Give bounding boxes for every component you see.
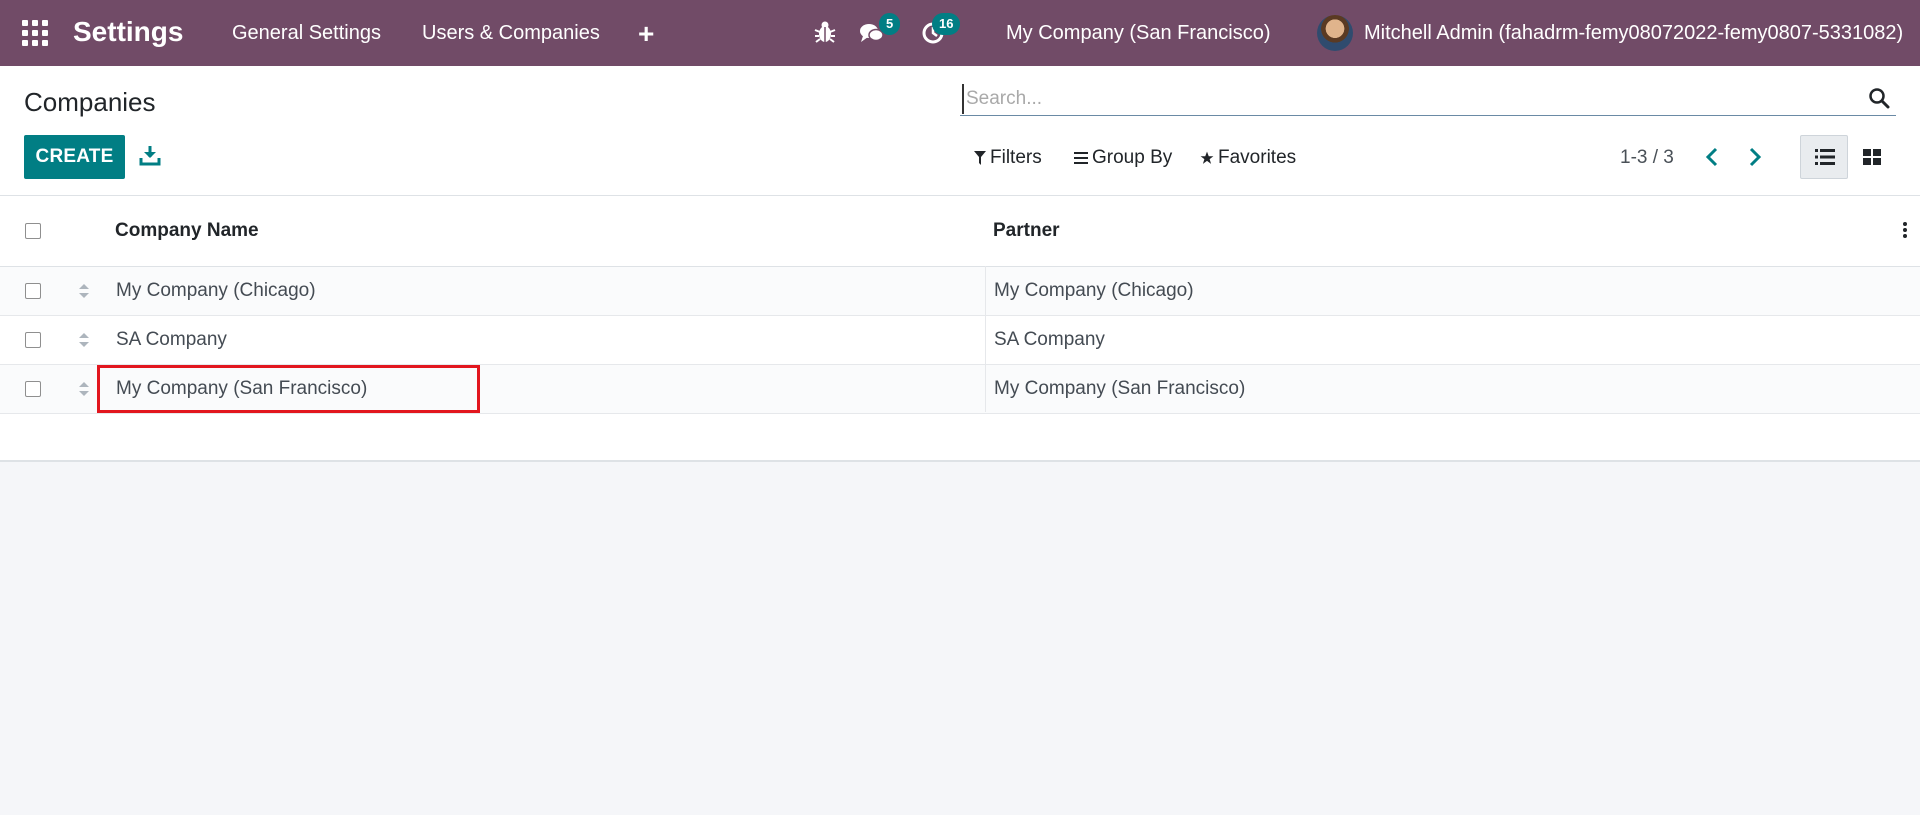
top-navbar: Settings General Settings Users & Compan… [0,0,1920,66]
activities-badge: 16 [932,13,961,35]
filters-button[interactable]: Filters [974,147,1042,169]
avatar[interactable] [1317,15,1353,51]
table-row[interactable]: My Company (San Francisco) My Company (S… [0,365,1920,414]
row-checkbox[interactable] [25,283,41,299]
company-name-cell[interactable]: My Company (San Francisco) [116,378,367,400]
list-header: Company Name Partner [0,196,1920,267]
company-name-cell[interactable]: SA Company [116,329,227,351]
filter-icon [974,150,986,165]
messages-badge: 5 [879,13,901,35]
search-box [960,80,1896,116]
user-menu[interactable]: Mitchell Admin (fahadrm-femy08072022-fem… [1364,22,1903,45]
download-icon[interactable] [139,144,161,166]
apps-grid-icon[interactable] [22,20,48,46]
app-brand[interactable]: Settings [73,16,183,48]
companies-list: Company Name Partner My Company (Chicago… [0,196,1920,462]
search-icon[interactable] [1868,87,1890,109]
drag-handle-icon[interactable] [77,379,91,399]
list-view-icon [1815,149,1835,165]
partner-cell[interactable]: My Company (Chicago) [994,280,1194,302]
bars-icon [1074,151,1088,164]
chevron-right-icon[interactable] [1741,144,1767,170]
list-view-button[interactable] [1800,135,1848,179]
row-checkbox[interactable] [25,332,41,348]
column-company-name[interactable]: Company Name [115,220,259,242]
table-row[interactable]: My Company (Chicago) My Company (Chicago… [0,267,1920,316]
table-row[interactable]: SA Company SA Company [0,316,1920,365]
drag-handle-icon[interactable] [77,330,91,350]
search-input[interactable] [962,84,1848,114]
column-divider [985,266,986,412]
create-button[interactable]: CREATE [24,135,125,179]
favorites-label: Favorites [1218,147,1297,168]
column-options-icon[interactable] [1902,220,1908,240]
star-icon [1200,151,1214,164]
bug-icon[interactable] [814,20,836,44]
control-panel: Companies CREATE Filters Group By Favori… [0,66,1920,196]
page-title: Companies [24,87,156,117]
company-name-cell[interactable]: My Company (Chicago) [116,280,316,302]
group-by-button[interactable]: Group By [1074,147,1172,169]
group-by-label: Group By [1092,147,1173,168]
pager-value[interactable]: 1-3 / 3 [1620,147,1674,169]
kanban-view-icon [1863,149,1881,165]
company-switcher[interactable]: My Company (San Francisco) [1006,22,1271,45]
drag-handle-icon[interactable] [77,281,91,301]
chevron-left-icon[interactable] [1700,144,1726,170]
kanban-view-button[interactable] [1848,135,1896,179]
menu-general-settings[interactable]: General Settings [232,22,381,45]
row-checkbox[interactable] [25,381,41,397]
select-all-checkbox[interactable] [25,223,41,239]
menu-users-companies[interactable]: Users & Companies [422,22,600,45]
partner-cell[interactable]: SA Company [994,329,1105,351]
column-partner[interactable]: Partner [993,220,1060,242]
favorites-button[interactable]: Favorites [1200,147,1296,169]
partner-cell[interactable]: My Company (San Francisco) [994,378,1245,400]
filters-label: Filters [990,147,1042,168]
plus-icon[interactable]: + [638,18,654,50]
empty-row [0,412,1920,461]
